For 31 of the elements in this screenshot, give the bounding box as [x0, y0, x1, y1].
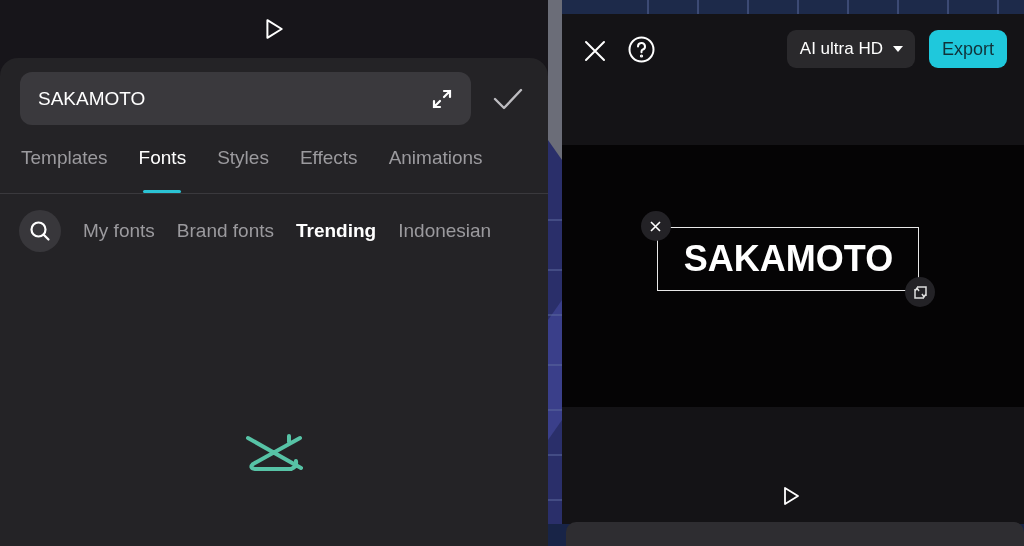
close-icon [650, 220, 662, 232]
play-icon[interactable] [781, 486, 801, 506]
play-icon[interactable] [263, 18, 285, 40]
font-category-tab[interactable]: My fonts [83, 220, 155, 242]
quality-dropdown[interactable]: AI ultra HD [786, 30, 915, 68]
font-category-tab[interactable]: Indonesian [398, 220, 492, 242]
help-icon [628, 36, 655, 63]
expand-icon[interactable] [431, 87, 453, 110]
text-overlay-frame[interactable]: SAKAMOTO [656, 227, 920, 291]
export-button[interactable]: Export [928, 30, 1007, 68]
loading-logo-icon [245, 434, 303, 474]
input-value: SAKAMOTO [38, 87, 146, 110]
rotate-handle[interactable] [905, 277, 936, 307]
tab[interactable]: Animations [388, 147, 483, 193]
tab[interactable]: Styles [217, 147, 269, 193]
rotate-icon [913, 285, 927, 299]
tab[interactable]: Effects [299, 147, 358, 193]
search-icon [29, 220, 51, 242]
tab[interactable]: Templates [21, 147, 108, 193]
remove-handle[interactable] [640, 211, 671, 241]
font-category-tab[interactable]: Brand fonts [176, 220, 274, 242]
help-button[interactable] [628, 36, 655, 63]
font-category-tab[interactable]: Trending [296, 220, 377, 242]
overlay-text: SAKAMOTO [683, 238, 894, 279]
tab[interactable]: Fonts [138, 147, 187, 193]
close-button[interactable] [584, 40, 606, 62]
text-input-field[interactable]: SAKAMOTO [20, 72, 471, 125]
checkmark-icon[interactable] [493, 87, 523, 110]
search-button[interactable] [19, 210, 61, 252]
close-icon [584, 40, 606, 62]
caret-icon [892, 46, 903, 52]
